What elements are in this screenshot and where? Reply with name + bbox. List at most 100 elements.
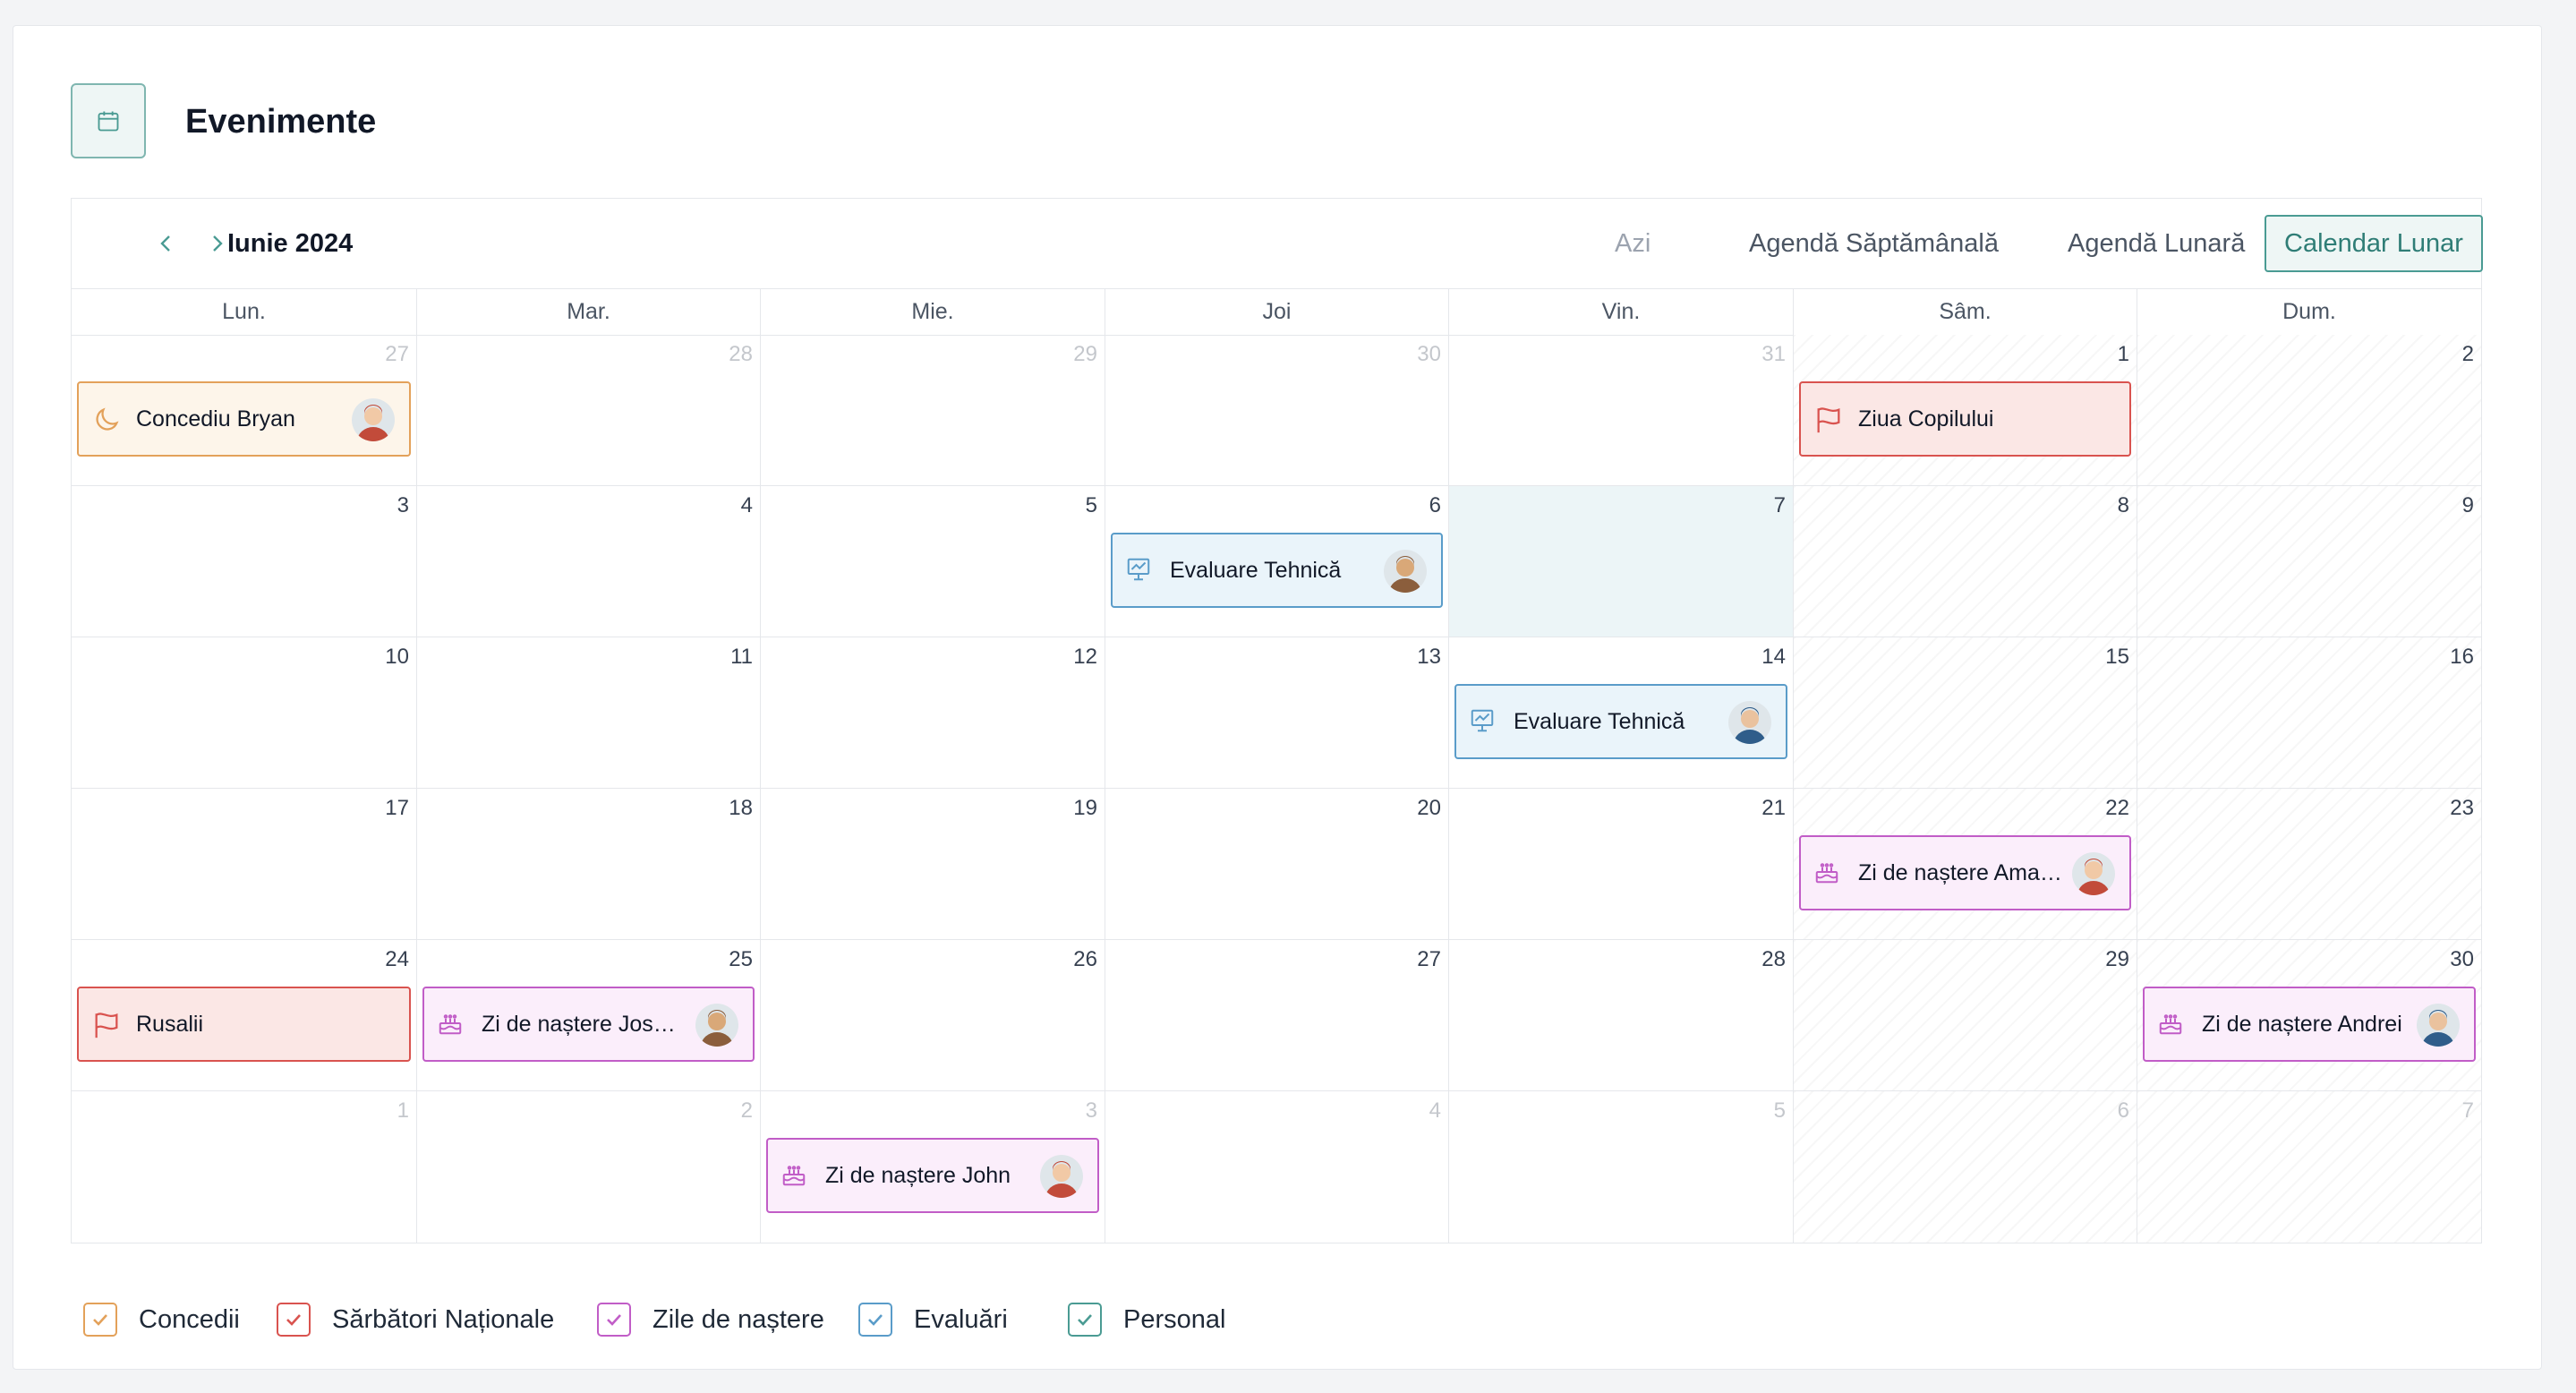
day-cell[interactable]: 28 xyxy=(416,335,760,486)
cake-icon xyxy=(780,1161,811,1192)
day-cell[interactable]: 4 xyxy=(416,486,760,637)
day-number: 22 xyxy=(2105,796,2129,820)
day-number: 20 xyxy=(1417,796,1441,820)
prev-month-button[interactable] xyxy=(145,222,188,265)
day-cell[interactable]: 6 Evaluare Tehnică xyxy=(1105,486,1448,637)
day-cell[interactable]: 27 Concediu Bryan xyxy=(72,335,416,486)
calendar-event[interactable]: Zi de naștere Joshua xyxy=(422,987,755,1062)
event-title: Rusalii xyxy=(136,1012,204,1037)
day-number: 11 xyxy=(730,645,753,669)
day-cell[interactable]: 10 xyxy=(72,637,416,789)
day-number: 28 xyxy=(1761,947,1786,971)
avatar xyxy=(1384,550,1427,593)
legend-label: Sărbători Naționale xyxy=(332,1304,555,1334)
day-number: 15 xyxy=(2105,645,2129,669)
day-number: 12 xyxy=(1073,645,1097,669)
event-title: Zi de naștere Andrei xyxy=(2202,1012,2402,1037)
weekday-label: Vin. xyxy=(1448,288,1793,335)
calendar-event[interactable]: Rusalii xyxy=(77,987,411,1062)
day-cell[interactable]: 1 xyxy=(72,1091,416,1243)
day-number: 3 xyxy=(397,493,409,517)
day-cell[interactable]: 14 Evaluare Tehnică xyxy=(1448,637,1793,789)
event-title: Zi de naștere John xyxy=(825,1163,1011,1188)
day-cell[interactable]: 13 xyxy=(1105,637,1448,789)
day-cell[interactable]: 12 xyxy=(760,637,1105,789)
day-cell[interactable]: 26 xyxy=(760,940,1105,1091)
day-cell[interactable]: 2 xyxy=(416,1091,760,1243)
day-cell[interactable]: 11 xyxy=(416,637,760,789)
day-number: 6 xyxy=(2117,1098,2129,1123)
day-cell[interactable]: 20 xyxy=(1105,789,1448,940)
view-weekly-agenda[interactable]: Agendă Săptămânală xyxy=(1731,215,2017,272)
day-cell[interactable]: 2 xyxy=(2137,335,2481,486)
checkbox-checked-icon[interactable] xyxy=(1068,1303,1102,1337)
day-cell[interactable]: 29 xyxy=(760,335,1105,486)
day-cell[interactable]: 1 Ziua Copilului xyxy=(1793,335,2137,486)
day-cell[interactable]: 6 xyxy=(1793,1091,2137,1243)
avatar xyxy=(695,1004,738,1047)
day-cell[interactable]: 21 xyxy=(1448,789,1793,940)
day-cell[interactable]: 3 xyxy=(72,486,416,637)
day-number: 3 xyxy=(1085,1098,1097,1123)
legend-filter[interactable]: Sărbători Naționale xyxy=(277,1297,554,1342)
calendar-event[interactable]: Zi de naștere John xyxy=(766,1138,1099,1213)
day-cell[interactable]: 5 xyxy=(1448,1091,1793,1243)
day-cell[interactable]: 22 Zi de naștere Amanda xyxy=(1793,789,2137,940)
day-cell[interactable]: 16 xyxy=(2137,637,2481,789)
calendar-event[interactable]: Evaluare Tehnică xyxy=(1454,684,1787,759)
legend-filter[interactable]: Evaluări xyxy=(858,1297,1008,1342)
legend-filter[interactable]: Concedii xyxy=(83,1297,240,1342)
calendar-event[interactable]: Ziua Copilului xyxy=(1799,381,2131,457)
cake-icon xyxy=(2157,1010,2188,1040)
day-cell[interactable]: 5 xyxy=(760,486,1105,637)
day-cell[interactable]: 30 xyxy=(1105,335,1448,486)
day-number: 8 xyxy=(2117,493,2129,517)
legend-filter[interactable]: Personal xyxy=(1068,1297,1225,1342)
calendar-event[interactable]: Zi de naștere Andrei xyxy=(2143,987,2476,1062)
day-cell[interactable]: 18 xyxy=(416,789,760,940)
day-cell[interactable]: 24 Rusalii xyxy=(72,940,416,1091)
calendar-event[interactable]: Concediu Bryan xyxy=(77,381,411,457)
day-cell[interactable]: 29 xyxy=(1793,940,2137,1091)
day-cell[interactable]: 25 Zi de naștere Joshua xyxy=(416,940,760,1091)
day-number: 26 xyxy=(1073,947,1097,971)
day-cell[interactable]: 7 xyxy=(1448,486,1793,637)
day-number: 9 xyxy=(2461,493,2474,517)
view-monthly-agenda[interactable]: Agendă Lunară xyxy=(2050,215,2263,272)
day-cell[interactable]: 8 xyxy=(1793,486,2137,637)
event-title: Zi de naștere Amanda xyxy=(1858,860,2063,885)
day-cell[interactable]: 28 xyxy=(1448,940,1793,1091)
moon-icon xyxy=(91,405,122,435)
checkbox-checked-icon[interactable] xyxy=(277,1303,311,1337)
day-number: 30 xyxy=(2450,947,2474,971)
legend-filter[interactable]: Zile de naștere xyxy=(597,1297,824,1342)
day-number: 23 xyxy=(2450,796,2474,820)
checkbox-checked-icon[interactable] xyxy=(83,1303,117,1337)
day-cell[interactable]: 15 xyxy=(1793,637,2137,789)
event-title: Ziua Copilului xyxy=(1858,406,1994,432)
checkbox-checked-icon[interactable] xyxy=(858,1303,892,1337)
day-cell[interactable]: 30 Zi de naștere Andrei xyxy=(2137,940,2481,1091)
day-cell[interactable]: 19 xyxy=(760,789,1105,940)
day-cell[interactable]: 9 xyxy=(2137,486,2481,637)
presentation-icon xyxy=(1125,556,1156,586)
day-cell[interactable]: 4 xyxy=(1105,1091,1448,1243)
day-number: 27 xyxy=(385,342,409,366)
day-number: 1 xyxy=(397,1098,409,1123)
today-button[interactable]: Azi xyxy=(1597,215,1668,272)
event-title: Zi de naștere Joshua xyxy=(482,1012,687,1037)
day-cell[interactable]: 27 xyxy=(1105,940,1448,1091)
weekday-label: Joi xyxy=(1105,288,1448,335)
day-number: 25 xyxy=(729,947,753,971)
view-monthly-calendar[interactable]: Calendar Lunar xyxy=(2265,215,2483,272)
checkbox-checked-icon[interactable] xyxy=(597,1303,631,1337)
calendar-event[interactable]: Evaluare Tehnică xyxy=(1111,533,1443,608)
day-number: 28 xyxy=(729,342,753,366)
calendar-event[interactable]: Zi de naștere Amanda xyxy=(1799,835,2131,910)
day-cell[interactable]: 3 Zi de naștere John xyxy=(760,1091,1105,1243)
day-cell[interactable]: 7 xyxy=(2137,1091,2481,1243)
day-cell[interactable]: 17 xyxy=(72,789,416,940)
day-cell[interactable]: 23 xyxy=(2137,789,2481,940)
weekday-label: Dum. xyxy=(2137,288,2481,335)
day-cell[interactable]: 31 xyxy=(1448,335,1793,486)
